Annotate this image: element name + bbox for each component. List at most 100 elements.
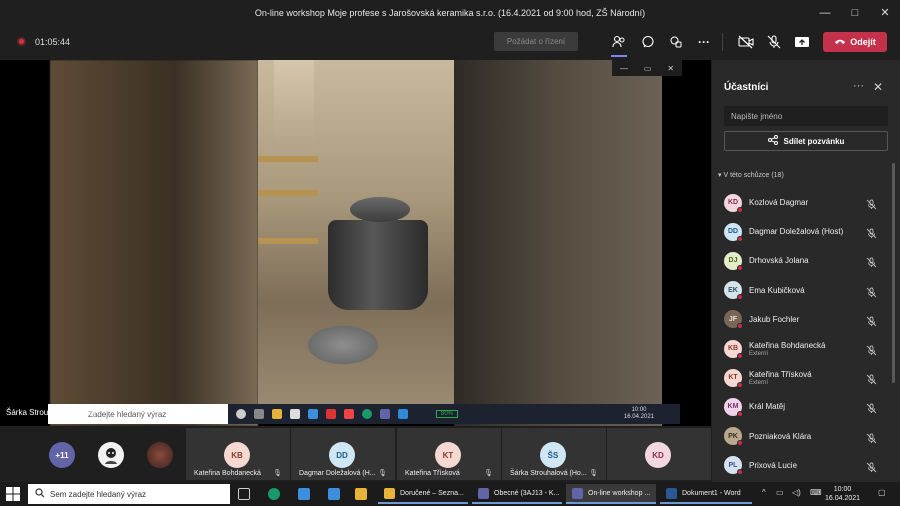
volume-icon[interactable]: ◁) xyxy=(792,488,801,497)
share-icon xyxy=(767,135,778,147)
participant-row[interactable]: KT Kateřina Třísková Externí xyxy=(712,363,900,392)
taskbar-app-button[interactable]: Dokument1 - Word xyxy=(660,484,752,504)
file-explorer-icon[interactable] xyxy=(355,488,367,500)
participant-name: Pozniaková Klára xyxy=(749,431,812,441)
taskbar-app-button[interactable]: On-line workshop ... xyxy=(566,484,656,504)
mail-app-icon[interactable] xyxy=(328,488,340,500)
panel-close-icon[interactable]: ✕ xyxy=(873,80,883,94)
minimize-button[interactable]: — xyxy=(810,0,840,25)
task-view-icon[interactable] xyxy=(238,488,250,500)
shared-teams-icon xyxy=(380,409,390,419)
mic-off-icon[interactable] xyxy=(866,285,877,297)
taskbar-app-button[interactable]: Doručené – Sezna... xyxy=(378,484,468,504)
leave-label: Odejít xyxy=(850,37,876,47)
participants-active-indicator xyxy=(611,55,627,57)
status-dot-icon xyxy=(737,323,743,330)
chat-icon[interactable] xyxy=(637,31,659,53)
avatar-initials: EK xyxy=(728,286,738,294)
mic-icon: 🎙︎ xyxy=(378,470,387,477)
clay-plate xyxy=(308,325,378,365)
video-tile[interactable]: DD Dagmar Doležalová (H... 🎙︎ xyxy=(291,428,395,480)
meeting-toolbar: 01:05:44 Požádat o řízení ··· Odejít xyxy=(0,25,900,59)
mic-off-icon[interactable] xyxy=(866,372,877,385)
toolbar-divider xyxy=(722,33,723,51)
reactions-icon[interactable] xyxy=(665,31,687,53)
mic-off-icon[interactable] xyxy=(866,431,877,443)
window-title: On-line workshop Moje profese s Jarošovs… xyxy=(254,7,646,18)
shared-time: 10:00 xyxy=(631,407,647,413)
maximize-button[interactable]: □ xyxy=(840,0,870,25)
shared-folder-icon xyxy=(272,409,282,419)
video-tile[interactable]: KD xyxy=(607,428,711,480)
mic-off-icon[interactable] xyxy=(866,226,877,239)
panel-scrollbar[interactable] xyxy=(892,163,895,383)
window-titlebar: On-line workshop Moje profese s Jarošovs… xyxy=(0,0,900,25)
search-icon xyxy=(35,488,45,500)
mic-off-icon[interactable] xyxy=(763,31,785,53)
mic-icon: 🎙︎ xyxy=(484,470,493,477)
mic-off-icon[interactable] xyxy=(866,343,877,356)
share-invite-button[interactable]: Sdílet pozvánku xyxy=(724,131,888,151)
overflow-participants-button[interactable]: +11 xyxy=(49,442,75,468)
participant-row[interactable]: KB Kateřina Bohdanecká Externí xyxy=(712,334,900,363)
participant-row[interactable]: EK Ema Kubičková xyxy=(712,276,900,305)
kiln xyxy=(328,220,428,310)
notifications-icon[interactable]: ▢ xyxy=(878,488,886,497)
in-meeting-section[interactable]: ▾ V této schůzce (18) xyxy=(718,171,784,179)
mic-off-icon[interactable] xyxy=(866,460,877,473)
participant-row[interactable]: KM Král Matěj xyxy=(712,392,900,421)
mic-off-icon[interactable] xyxy=(866,197,877,210)
presenter-label: Šárka Strouhalová (Host) xyxy=(6,408,96,417)
video-tile-label: Šárka Strouhalová (Ho... xyxy=(510,470,587,477)
tray-chevron-icon[interactable]: ^ xyxy=(762,488,766,497)
blurred-background-right xyxy=(454,60,662,426)
edge-icon[interactable] xyxy=(268,488,280,500)
mic-off-icon[interactable] xyxy=(866,401,877,414)
taskbar-app-label: Obecné (3AJ13 - K... xyxy=(494,489,560,497)
video-tile[interactable]: KT Kateřina Třísková 🎙︎ xyxy=(397,428,501,480)
participants-panel: Účastníci ··· ✕ Napište jméno Sdílet poz… xyxy=(712,60,900,482)
avatar: KD xyxy=(724,193,743,213)
shelf xyxy=(258,156,318,162)
participant-row[interactable]: KD Kozlová Dagmar xyxy=(712,188,900,217)
shelf xyxy=(258,238,318,244)
participant-row[interactable]: PK Pozniaková Klára xyxy=(712,422,900,451)
windows-start-icon[interactable] xyxy=(6,487,20,501)
video-tile[interactable]: ŠS Šárka Strouhalová (Ho... 🎙︎ xyxy=(502,428,606,480)
participant-row[interactable]: JF Jakub Fochler xyxy=(712,305,900,334)
mic-off-icon[interactable] xyxy=(866,255,877,268)
participants-icon[interactable] xyxy=(608,31,630,53)
status-dot-icon xyxy=(737,410,743,417)
taskbar-clock[interactable]: 10:00 16.04.2021 xyxy=(825,485,860,503)
mail-icon[interactable] xyxy=(298,488,310,500)
participant-name: Kozlová Dagmar xyxy=(749,198,809,208)
request-control-button[interactable]: Požádat o řízení xyxy=(494,32,578,51)
camera-off-icon[interactable] xyxy=(735,31,757,53)
status-dot-icon xyxy=(737,440,743,447)
language-icon[interactable]: ⌨ xyxy=(810,488,822,497)
panel-more-icon[interactable]: ··· xyxy=(853,80,864,92)
taskbar-app-button[interactable]: Obecné (3AJ13 - K... xyxy=(472,484,562,504)
windows-taskbar: Sem zadejte hledaný výraz Doručené – Sez… xyxy=(0,482,900,506)
taskbar-search-placeholder: Sem zadejte hledaný výraz xyxy=(50,489,147,499)
participant-row[interactable]: DJ Drhovská Jolana xyxy=(712,246,900,275)
avatar: KM xyxy=(724,397,743,417)
close-window-button[interactable]: ✕ xyxy=(870,0,900,25)
avatar: DJ xyxy=(724,251,743,271)
participant-search-input[interactable]: Napište jméno xyxy=(724,106,888,126)
taskbar-search-input[interactable]: Sem zadejte hledaný výraz xyxy=(28,484,230,504)
mic-off-icon[interactable] xyxy=(866,314,877,327)
avatar: ŠS xyxy=(540,442,566,468)
status-dot-icon xyxy=(737,264,743,271)
participant-row[interactable]: DD Dagmar Doležalová (Host) xyxy=(712,217,900,246)
participant-row[interactable]: PL Prixová Lucie xyxy=(712,451,900,480)
participant-name: Dagmar Doležalová (Host) xyxy=(749,227,844,237)
share-screen-icon[interactable] xyxy=(791,31,813,53)
video-tile[interactable]: KB Kateřina Bohdanecká 🎙︎ xyxy=(186,428,290,480)
shelf xyxy=(258,190,318,196)
network-icon[interactable]: ▭ xyxy=(776,488,784,497)
more-actions-icon[interactable]: ··· xyxy=(693,31,715,53)
status-dot-icon xyxy=(737,469,743,476)
teams-icon xyxy=(572,487,583,499)
leave-button[interactable]: Odejít xyxy=(823,32,887,52)
